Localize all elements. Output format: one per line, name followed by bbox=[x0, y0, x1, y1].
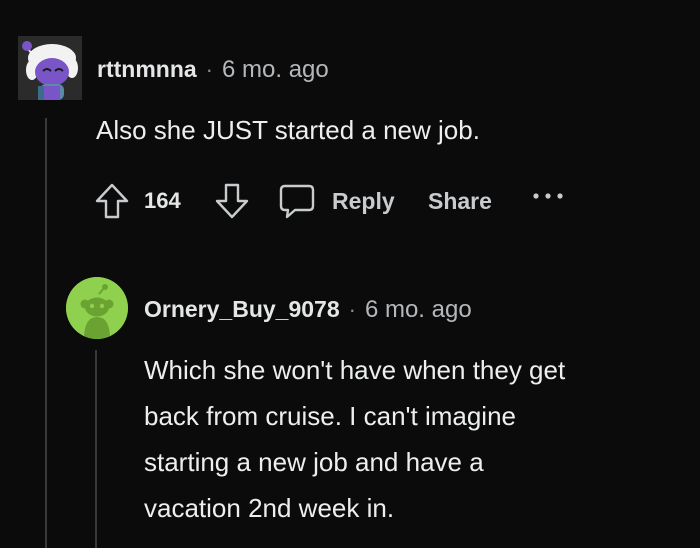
comment2-body-line: starting a new job and have a bbox=[144, 447, 484, 477]
comment2-body: Which she won't have when they get back … bbox=[144, 347, 565, 531]
share-label: Share bbox=[428, 187, 492, 214]
comment2-body-line: back from cruise. I can't imagine bbox=[144, 401, 516, 431]
comment2-body-line: vacation 2nd week in. bbox=[144, 493, 395, 523]
comment2-username[interactable]: Ornery_Buy_9078 bbox=[144, 296, 340, 323]
upvote-button[interactable] bbox=[92, 181, 132, 221]
comment1-body: Also she JUST started a new job. bbox=[96, 115, 480, 145]
comment1-timestamp[interactable]: 6 mo. ago bbox=[222, 56, 329, 84]
thread-line-comment1[interactable] bbox=[45, 118, 47, 548]
comment1-username[interactable]: rttnmnna bbox=[97, 56, 197, 83]
comment2-meta: Ornery_Buy_9078 · 6 mo. ago bbox=[144, 296, 472, 324]
comment1-meta: rttnmnna · 6 mo. ago bbox=[97, 56, 329, 84]
more-options-button[interactable] bbox=[528, 181, 568, 211]
share-button[interactable]: Share bbox=[428, 181, 492, 221]
comment2-body-line: Which she won't have when they get bbox=[144, 355, 566, 385]
upvote-arrow-icon bbox=[95, 183, 129, 219]
downvote-arrow-icon bbox=[215, 183, 249, 219]
comment1-action-bar: 164 Reply Share bbox=[92, 176, 572, 226]
vote-score: 164 bbox=[144, 181, 181, 221]
meta-separator: · bbox=[205, 57, 213, 82]
ellipsis-icon bbox=[533, 193, 563, 199]
speech-bubble-icon bbox=[279, 184, 315, 219]
reply-label: Reply bbox=[332, 187, 395, 214]
user-avatar-rttnmnna[interactable] bbox=[18, 36, 82, 100]
default-snoo-icon bbox=[66, 277, 128, 339]
meta-separator: · bbox=[348, 297, 356, 322]
user-avatar-ornery-buy-9078[interactable] bbox=[66, 277, 128, 339]
downvote-button[interactable] bbox=[212, 181, 252, 221]
comment2-timestamp[interactable]: 6 mo. ago bbox=[365, 296, 472, 324]
vote-score-value: 164 bbox=[144, 188, 181, 213]
reply-button[interactable]: Reply bbox=[332, 181, 395, 221]
comment-reply-icon-button[interactable] bbox=[276, 181, 318, 221]
thread-line-comment2[interactable] bbox=[95, 350, 97, 548]
snoo-avatar-icon bbox=[20, 40, 80, 100]
